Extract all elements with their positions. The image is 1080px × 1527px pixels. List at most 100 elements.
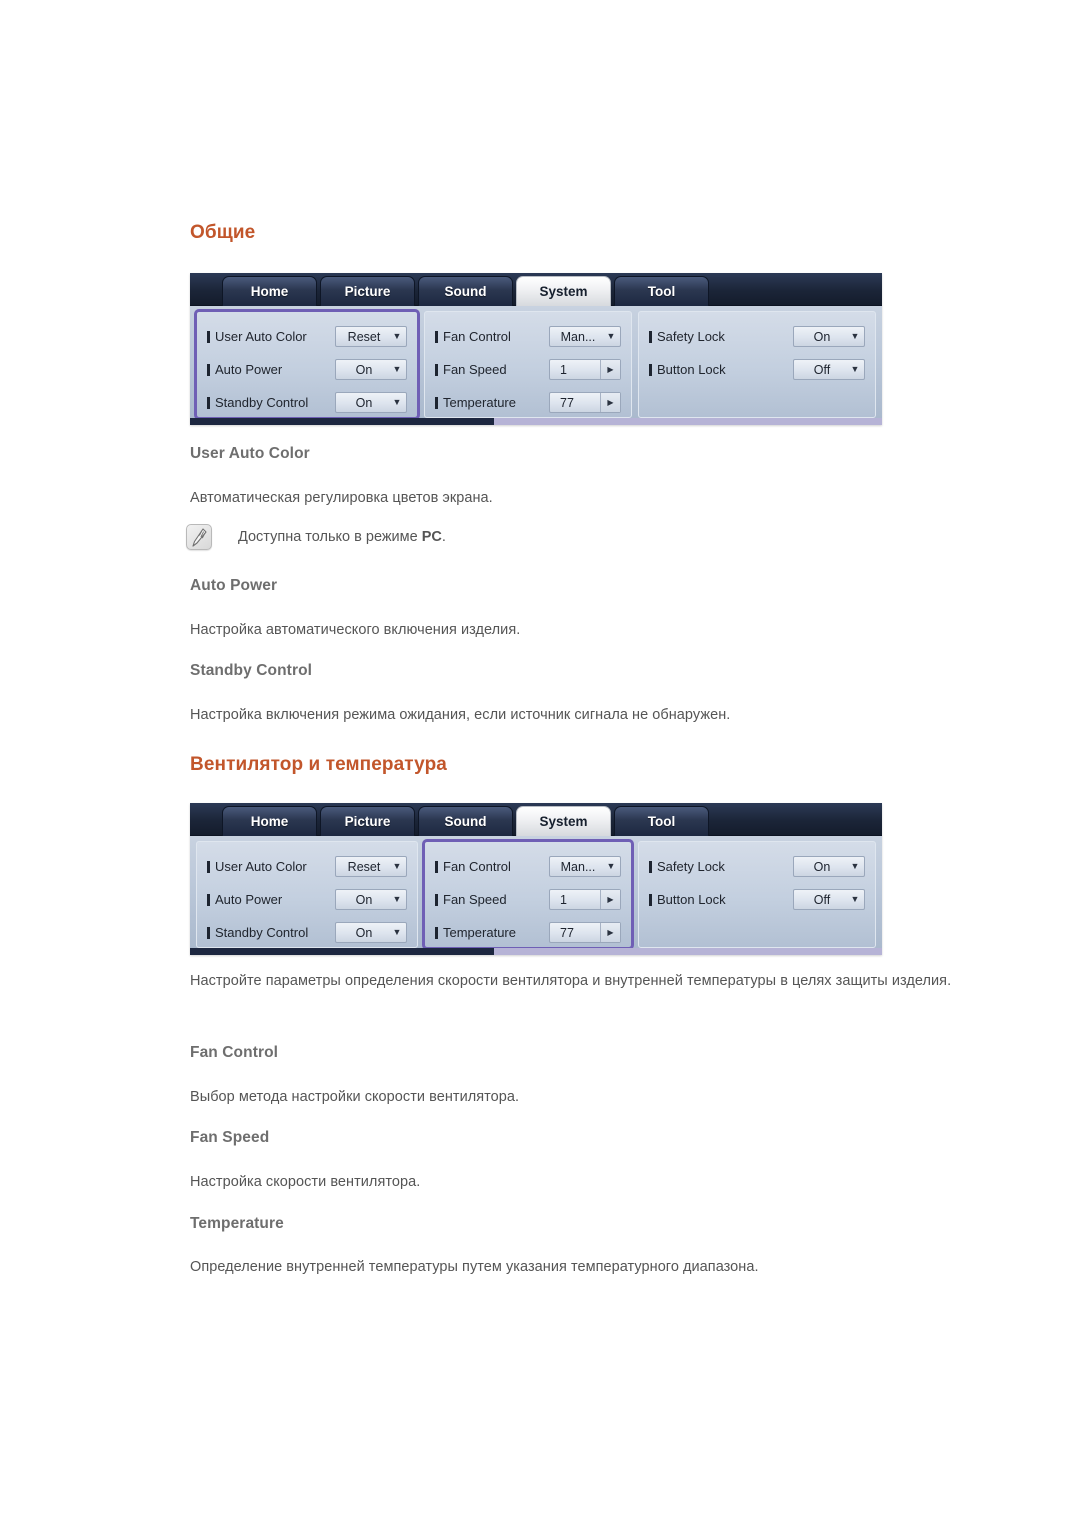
bullet-marker-icon (435, 926, 438, 939)
chevron-down-icon[interactable]: ▼ (388, 398, 406, 407)
osd-column-2: Fan Control Man... ▼ Fan Speed 1 ▶ Temperature… (422, 839, 634, 950)
osd-body: User Auto Color Reset ▼ Auto Power On ▼ Standb… (190, 306, 882, 420)
bullet-marker-icon (649, 363, 652, 376)
section-heading-obshchie: Общие (190, 222, 256, 243)
osd-dropdown-control[interactable]: Man... ▼ (549, 326, 621, 347)
osd-setting-value: On (355, 925, 373, 940)
osd-setting-label: Fan Control (443, 329, 511, 344)
chevron-down-icon[interactable]: ▼ (388, 332, 406, 341)
osd-setting-row: Fan Speed 1 ▶ (435, 353, 621, 386)
osd-setting-value: 1 (560, 892, 567, 907)
osd-tab-sound[interactable]: Sound (418, 276, 513, 306)
subheading-standby-control: Standby Control (190, 662, 313, 679)
osd-setting-label: Standby Control (215, 925, 309, 940)
osd-setting-label: Auto Power (215, 892, 283, 907)
osd-setting-label: Fan Speed (443, 362, 507, 377)
osd-tab-tool[interactable]: Tool (614, 806, 709, 836)
osd-tab-home[interactable]: Home (222, 276, 317, 306)
osd-setting-label: Fan Control (443, 859, 511, 874)
bullet-marker-icon (435, 330, 438, 343)
osd-dropdown-control[interactable]: Off ▼ (793, 889, 865, 910)
osd-setting-value: Off (813, 362, 831, 377)
chevron-down-icon[interactable]: ▼ (388, 862, 406, 871)
bullet-marker-icon (435, 860, 438, 873)
osd-screenshot-general: Home Picture Sound System Tool User Auto Col… (190, 273, 882, 425)
chevron-right-icon[interactable]: ▶ (600, 360, 620, 379)
osd-setting-label: Temperature (443, 395, 516, 410)
osd-setting-value: On (813, 859, 831, 874)
chevron-right-icon[interactable]: ▶ (600, 393, 620, 412)
osd-setting-row: Safety Lock On ▼ (649, 320, 865, 353)
osd-tab-tool[interactable]: Tool (614, 276, 709, 306)
chevron-down-icon[interactable]: ▼ (602, 332, 620, 341)
osd-header-bar: Home Picture Sound System Tool (190, 803, 882, 836)
paragraph-fan-speed: Настройка скорости вентилятора. (190, 1174, 421, 1190)
osd-dropdown-control[interactable]: On ▼ (793, 856, 865, 877)
osd-setting-row: Button Lock Off ▼ (649, 883, 865, 916)
paragraph-user-auto-color: Автоматическая регулировка цветов экрана… (190, 490, 493, 506)
chevron-down-icon[interactable]: ▼ (846, 862, 864, 871)
osd-tab-picture[interactable]: Picture (320, 276, 415, 306)
osd-column-3: Safety Lock On ▼ Button Lock Off ▼ (638, 311, 876, 418)
subheading-user-auto-color: User Auto Color (190, 445, 310, 462)
bullet-marker-icon (207, 396, 210, 409)
osd-setting-row: Temperature 77 ▶ (435, 386, 621, 419)
osd-spinner-control[interactable]: 1 ▶ (549, 889, 621, 910)
osd-setting-value: 1 (560, 362, 567, 377)
bullet-marker-icon (435, 363, 438, 376)
osd-setting-value: On (355, 892, 373, 907)
osd-setting-label: Auto Power (215, 362, 283, 377)
osd-dropdown-control[interactable]: On ▼ (335, 359, 407, 380)
osd-spinner-control[interactable]: 77 ▶ (549, 392, 621, 413)
chevron-down-icon[interactable]: ▼ (846, 895, 864, 904)
osd-tab-picture[interactable]: Picture (320, 806, 415, 836)
chevron-down-icon[interactable]: ▼ (846, 365, 864, 374)
osd-tab-home[interactable]: Home (222, 806, 317, 836)
osd-dropdown-control[interactable]: On ▼ (335, 392, 407, 413)
bullet-marker-icon (207, 893, 210, 906)
chevron-down-icon[interactable]: ▼ (388, 895, 406, 904)
osd-dropdown-control[interactable]: Reset ▼ (335, 856, 407, 877)
note-text-before: Доступна только в режиме (238, 529, 422, 545)
bullet-marker-icon (207, 860, 210, 873)
osd-dropdown-control[interactable]: Off ▼ (793, 359, 865, 380)
osd-footer-bar (190, 948, 882, 955)
osd-dropdown-control[interactable]: On ▼ (335, 889, 407, 910)
osd-column-3: Safety Lock On ▼ Button Lock Off ▼ (638, 841, 876, 948)
chevron-right-icon[interactable]: ▶ (600, 923, 620, 942)
osd-tab-system[interactable]: System (516, 806, 611, 836)
bullet-marker-icon (649, 893, 652, 906)
osd-spinner-control[interactable]: 1 ▶ (549, 359, 621, 380)
bullet-marker-icon (649, 860, 652, 873)
osd-tab-bar[interactable]: Home Picture Sound System Tool (222, 806, 712, 836)
note-text-bold: PC (421, 529, 442, 545)
osd-setting-value: 77 (560, 395, 574, 410)
osd-setting-value: On (355, 362, 373, 377)
osd-footer-left-segment (190, 418, 495, 425)
osd-tab-system[interactable]: System (516, 276, 611, 306)
chevron-down-icon[interactable]: ▼ (846, 332, 864, 341)
chevron-down-icon[interactable]: ▼ (602, 862, 620, 871)
subheading-fan-control: Fan Control (190, 1044, 279, 1061)
osd-setting-row: Fan Control Man... ▼ (435, 320, 621, 353)
osd-tab-sound[interactable]: Sound (418, 806, 513, 836)
osd-dropdown-control[interactable]: On ▼ (335, 922, 407, 943)
osd-tab-bar[interactable]: Home Picture Sound System Tool (222, 276, 712, 306)
osd-setting-row: User Auto Color Reset ▼ (207, 320, 407, 353)
chevron-right-icon[interactable]: ▶ (600, 890, 620, 909)
bullet-marker-icon (435, 396, 438, 409)
osd-setting-row: Auto Power On ▼ (207, 353, 407, 386)
osd-footer-right-segment (494, 948, 882, 955)
bullet-marker-icon (207, 330, 210, 343)
osd-dropdown-control[interactable]: Reset ▼ (335, 326, 407, 347)
osd-dropdown-control[interactable]: On ▼ (793, 326, 865, 347)
osd-spinner-control[interactable]: 77 ▶ (549, 922, 621, 943)
subheading-temperature: Temperature (190, 1215, 284, 1232)
chevron-down-icon[interactable]: ▼ (388, 365, 406, 374)
osd-setting-label: Button Lock (657, 892, 726, 907)
osd-dropdown-control[interactable]: Man... ▼ (549, 856, 621, 877)
chevron-down-icon[interactable]: ▼ (388, 928, 406, 937)
osd-setting-row: Auto Power On ▼ (207, 883, 407, 916)
osd-header-bar: Home Picture Sound System Tool (190, 273, 882, 306)
osd-setting-row: Button Lock Off ▼ (649, 353, 865, 386)
